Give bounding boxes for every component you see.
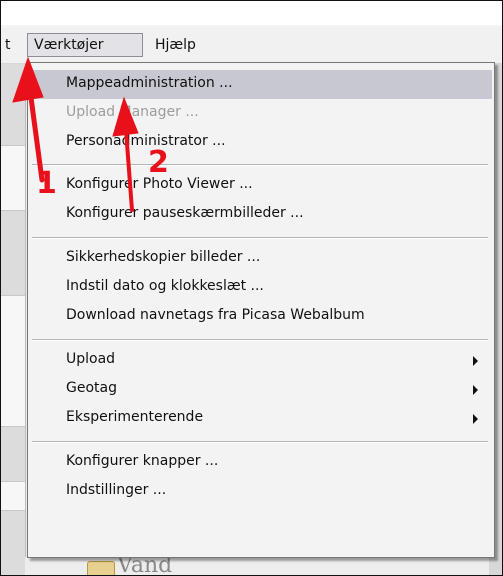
menu-item-upload-manager[interactable]: Upload Manager ... bbox=[30, 99, 492, 128]
menu-item-label: Konfigurer pauseskærmbilleder ... bbox=[66, 205, 304, 221]
menu-item-folder-manager[interactable]: Mappeadministration ... bbox=[30, 70, 492, 99]
menu-item-backup-pictures[interactable]: Sikkerhedskopier billeder ... bbox=[30, 244, 492, 273]
menu-separator bbox=[32, 441, 488, 443]
menu-separator bbox=[32, 237, 488, 239]
menu-separator bbox=[32, 339, 488, 341]
left-panel-segment bbox=[1, 145, 25, 211]
menu-tools[interactable]: Værktøjer bbox=[27, 33, 143, 57]
menu-separator bbox=[32, 164, 488, 166]
menu-item-experimental[interactable]: Eksperimenterende bbox=[30, 404, 492, 433]
menu-item-label: Sikkerhedskopier billeder ... bbox=[66, 249, 261, 265]
left-panel bbox=[1, 63, 26, 575]
menu-item-configure-photo-viewer[interactable]: Konfigurer Photo Viewer ... bbox=[30, 171, 492, 200]
menu-partial[interactable]: t bbox=[1, 33, 15, 57]
tools-dropdown-menu: Mappeadministration ... Upload Manager .… bbox=[27, 62, 495, 558]
menu-item-label: Geotag bbox=[66, 380, 117, 396]
annotation-number-1: 1 bbox=[36, 166, 57, 201]
menu-item-label: Konfigurer knapper ... bbox=[66, 453, 219, 469]
submenu-arrow-icon bbox=[473, 385, 478, 395]
menu-item-label: Eksperimenterende bbox=[66, 409, 204, 425]
menu-item-set-date-time[interactable]: Indstil dato og klokkeslæt ... bbox=[30, 273, 492, 302]
menu-item-label: Indstillinger ... bbox=[66, 482, 167, 498]
menu-item-label: Download navnetags fra Picasa Webalbum bbox=[66, 307, 365, 323]
menu-item-label: Mappeadministration ... bbox=[66, 75, 233, 91]
folder-icon bbox=[87, 561, 115, 575]
annotation-number-2: 2 bbox=[148, 145, 169, 180]
submenu-arrow-icon bbox=[473, 356, 478, 366]
menu-item-label: Personadministrator ... bbox=[66, 133, 226, 149]
screenshot-frame: Vand t Værktøjer Hjælp Mappeadministrati… bbox=[0, 0, 503, 576]
menu-item-options[interactable]: Indstillinger ... bbox=[30, 477, 492, 506]
menu-item-label: Upload Manager ... bbox=[66, 104, 199, 120]
menu-item-configure-screensaver[interactable]: Konfigurer pauseskærmbilleder ... bbox=[30, 200, 492, 229]
menu-bar: t Værktøjer Hjælp bbox=[1, 27, 502, 64]
left-panel-segment bbox=[1, 481, 25, 511]
window-top-strip bbox=[1, 1, 502, 25]
menu-item-configure-buttons[interactable]: Konfigurer knapper ... bbox=[30, 448, 492, 477]
left-panel-segment bbox=[1, 295, 25, 427]
menu-item-upload[interactable]: Upload bbox=[30, 346, 492, 375]
menu-item-download-name-tags[interactable]: Download navnetags fra Picasa Webalbum bbox=[30, 302, 492, 331]
menu-item-label: Upload bbox=[66, 351, 116, 367]
submenu-arrow-icon bbox=[473, 414, 478, 424]
menu-item-geotag[interactable]: Geotag bbox=[30, 375, 492, 404]
menu-item-people-manager[interactable]: Personadministrator ... bbox=[30, 128, 492, 157]
menu-help[interactable]: Hjælp bbox=[149, 33, 202, 57]
menu-item-label: Indstil dato og klokkeslæt ... bbox=[66, 278, 264, 294]
